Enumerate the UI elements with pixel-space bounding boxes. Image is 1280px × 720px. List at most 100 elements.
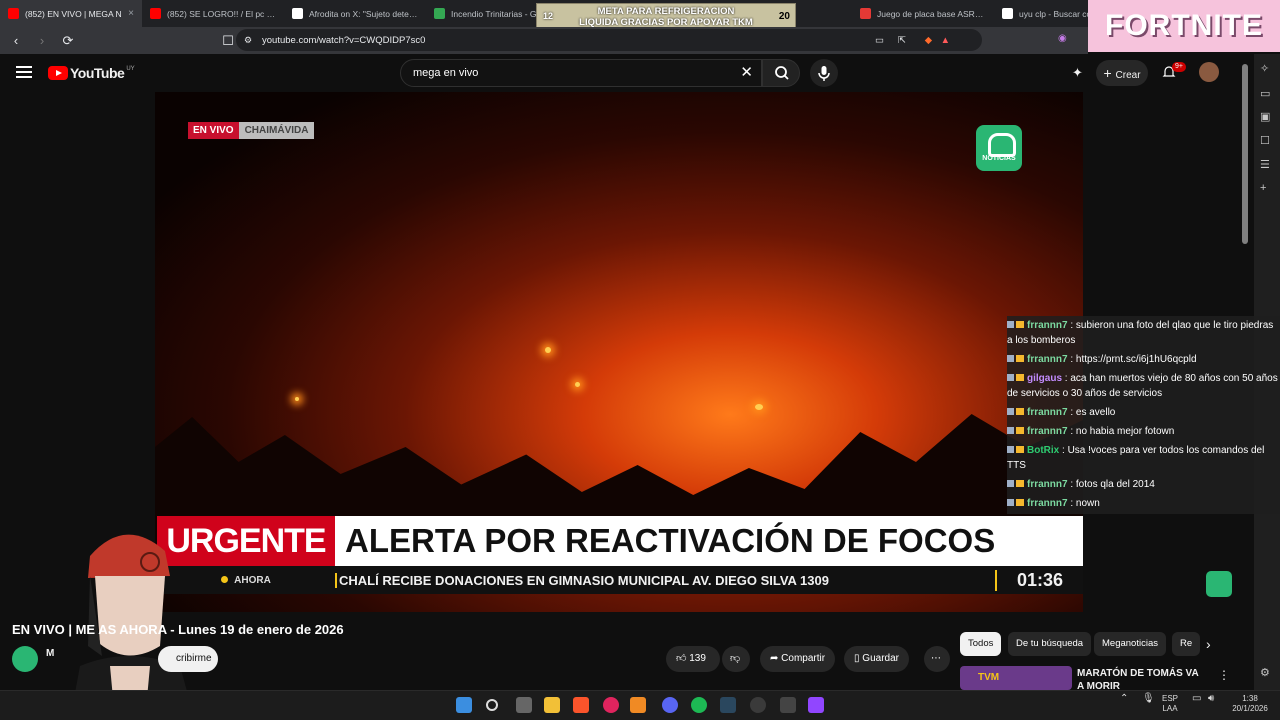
tray-mic-icon[interactable]: 🎙︎ bbox=[1142, 694, 1155, 704]
news-ticker: AHORA CHALÍ RECIBE DONACIONES EN GIMNASI… bbox=[157, 566, 1083, 594]
app-icon[interactable] bbox=[780, 697, 796, 713]
keyboard-language[interactable]: ESP LAA bbox=[1162, 694, 1178, 714]
platform-badge-icon bbox=[1007, 408, 1014, 415]
side-panel-wallet-icon[interactable]: ▣ bbox=[1260, 110, 1270, 123]
bookmark-icon[interactable]: ☐ bbox=[218, 33, 238, 49]
rewards-icon[interactable]: ▲ bbox=[941, 35, 950, 46]
recommended-thumbnail[interactable]: TVM bbox=[960, 666, 1072, 690]
goal-target: 20 bbox=[778, 11, 790, 22]
platform-badge-icon bbox=[1007, 427, 1014, 434]
start-icon[interactable] bbox=[456, 697, 472, 713]
voice-search-button[interactable] bbox=[810, 59, 838, 87]
role-badge-icon bbox=[1016, 321, 1024, 328]
youtube-logo[interactable]: YouTube UY bbox=[48, 65, 135, 81]
cast-icon[interactable]: ▭ bbox=[875, 35, 884, 46]
search-icon bbox=[775, 66, 789, 80]
tray-overflow-icon[interactable]: ⌃ bbox=[1120, 694, 1128, 704]
search-taskbar-icon[interactable] bbox=[486, 699, 498, 711]
role-badge-icon bbox=[1016, 374, 1024, 381]
page-scrollbar[interactable] bbox=[1242, 64, 1248, 244]
twitch-icon[interactable] bbox=[808, 697, 824, 713]
channel-avatar[interactable] bbox=[12, 646, 38, 672]
fire-glow bbox=[755, 404, 763, 410]
filter-chip[interactable]: De tu búsqueda bbox=[1008, 632, 1092, 656]
subscribe-button[interactable]: cribirme bbox=[158, 646, 218, 672]
chat-username: frrannn7 bbox=[1027, 354, 1068, 365]
network-icon[interactable]: ▭ bbox=[1192, 694, 1201, 704]
browser-tab[interactable]: (852) EN VIVO | MEGA N × bbox=[0, 0, 142, 27]
rec-more-icon[interactable]: ⋮ bbox=[1218, 668, 1230, 682]
platform-badge-icon bbox=[1007, 499, 1014, 506]
chat-message: frrannn7 : nown bbox=[1007, 496, 1280, 511]
role-badge-icon bbox=[1016, 499, 1024, 506]
filter-chip[interactable]: Re bbox=[1172, 632, 1201, 656]
tab-favicon-icon bbox=[1002, 8, 1013, 19]
tab-favicon-icon bbox=[8, 8, 19, 19]
tab-title: Juego de placa base ASRock B bbox=[877, 8, 986, 19]
task-view-icon[interactable] bbox=[516, 697, 532, 713]
chat-username: frrannn7 bbox=[1027, 498, 1068, 509]
url-field[interactable]: ⚙ youtube.com/watch?v=CWQDIDP7sc0 ▭ ⇱ ◆ … bbox=[236, 29, 982, 51]
brave-shield-icon[interactable]: ◆ bbox=[925, 35, 932, 46]
tab-favicon-icon bbox=[860, 8, 871, 19]
clock-date: 20/1/2026 bbox=[1232, 704, 1268, 713]
filter-chip[interactable]: Todos bbox=[960, 632, 1002, 656]
filter-chip[interactable]: Meganoticias bbox=[1094, 632, 1166, 656]
share-page-icon[interactable]: ⇱ bbox=[898, 35, 906, 46]
platform-badge-icon bbox=[1007, 374, 1014, 381]
live-stream-icon[interactable]: ✦ bbox=[1072, 65, 1083, 81]
account-avatar[interactable] bbox=[1199, 62, 1219, 82]
menu-icon[interactable] bbox=[16, 66, 32, 78]
brave-browser-icon[interactable] bbox=[573, 697, 589, 713]
spotify-icon[interactable] bbox=[691, 697, 707, 713]
meganoticias-logo: NOTICIAS bbox=[976, 125, 1022, 171]
more-actions-button[interactable]: ⋯ bbox=[924, 646, 950, 672]
share-button[interactable]: ➦ Compartir bbox=[760, 646, 836, 672]
browser-tab[interactable]: Juego de placa base ASRock B bbox=[852, 0, 994, 27]
clear-search-icon[interactable]: ✕ bbox=[740, 60, 753, 86]
location-badge: CHAIMÁVIDA bbox=[238, 122, 315, 139]
obs-icon[interactable] bbox=[750, 697, 766, 713]
tab-title: Afrodita on X: "Sujeto detenid bbox=[309, 8, 418, 19]
search-button[interactable] bbox=[762, 59, 800, 87]
tab-favicon-icon bbox=[434, 8, 445, 19]
vlc-icon[interactable] bbox=[630, 697, 646, 713]
side-panel-settings-icon[interactable]: ⚙ bbox=[1260, 666, 1270, 679]
channel-name[interactable]: M bbox=[46, 648, 54, 659]
plus-icon: + bbox=[1103, 65, 1116, 81]
chat-message: frrannn7 : fotos qla del 2014 bbox=[1007, 477, 1280, 492]
live-location-badge: EN VIVO CHAIMÁVIDA bbox=[188, 122, 315, 139]
search-input[interactable]: mega en vivo ✕ bbox=[400, 59, 762, 87]
forward-icon[interactable]: › bbox=[32, 33, 52, 48]
create-button[interactable]: + Crear bbox=[1096, 60, 1148, 86]
back-icon[interactable]: ‹ bbox=[6, 33, 26, 48]
volume-icon[interactable]: 🔊︎ bbox=[1208, 694, 1214, 704]
clock[interactable]: 1:38 20/1/2026 bbox=[1230, 694, 1270, 714]
browser-tab[interactable]: Afrodita on X: "Sujeto detenid bbox=[284, 0, 426, 27]
side-panel-ai-icon[interactable]: ✧ bbox=[1260, 62, 1269, 75]
tab-title: (852) EN VIVO | MEGA N bbox=[25, 8, 122, 19]
chat-username: frrannn7 bbox=[1027, 479, 1068, 490]
extension-icon[interactable]: ◉ bbox=[1058, 33, 1067, 44]
like-button[interactable]: 👍︎ 139 bbox=[666, 646, 720, 672]
chips-next-icon[interactable]: › bbox=[1206, 636, 1211, 652]
file-explorer-icon[interactable] bbox=[544, 697, 560, 713]
side-panel-reading-list-icon[interactable]: ☰ bbox=[1260, 158, 1270, 171]
country-code: UY bbox=[126, 66, 135, 72]
role-badge-icon bbox=[1016, 408, 1024, 415]
fortnite-overlay-logo: FORTNITE bbox=[1088, 0, 1280, 52]
steam-icon[interactable] bbox=[720, 697, 736, 713]
save-button[interactable]: ▯ Guardar bbox=[844, 646, 909, 672]
dislike-button[interactable]: 👎︎ bbox=[722, 646, 750, 672]
site-info-icon[interactable]: ⚙ bbox=[244, 35, 252, 46]
fire-glow bbox=[575, 382, 580, 387]
media-player-icon[interactable] bbox=[603, 697, 619, 713]
reload-icon[interactable]: ⟳ bbox=[58, 33, 78, 49]
tab-favicon-icon bbox=[292, 8, 303, 19]
side-panel-bookmarks-icon[interactable]: ☐ bbox=[1260, 134, 1270, 147]
tab-close-icon[interactable]: × bbox=[128, 8, 134, 19]
side-panel-add-icon[interactable]: + bbox=[1260, 182, 1266, 194]
discord-icon[interactable] bbox=[662, 697, 678, 713]
side-panel-chat-icon[interactable]: ▭ bbox=[1260, 87, 1270, 100]
browser-tab[interactable]: (852) SE LOGRO!! / El pc de 1.5 bbox=[142, 0, 284, 27]
